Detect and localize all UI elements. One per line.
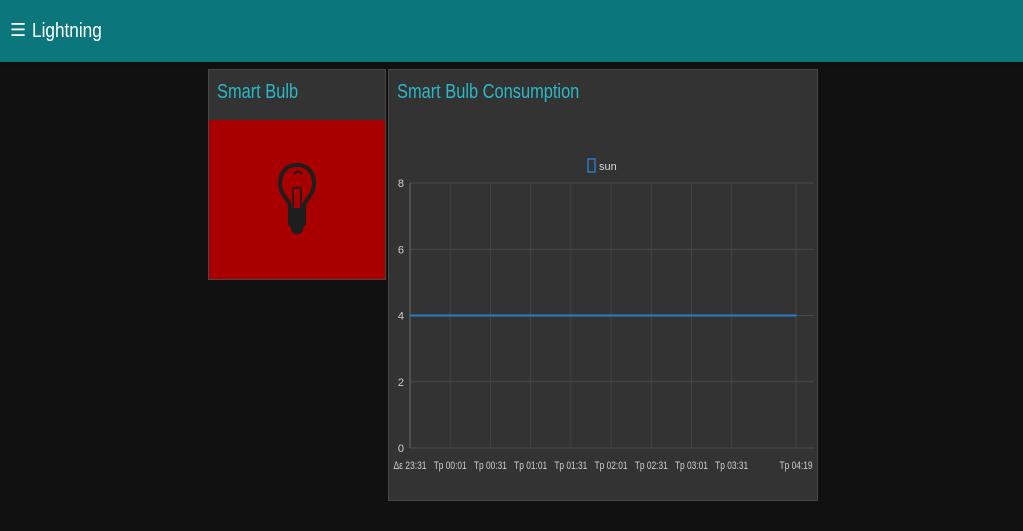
menu-icon[interactable]: ☰ bbox=[10, 20, 26, 40]
page-title: Lightning bbox=[32, 20, 102, 42]
y-tick-label: 2 bbox=[398, 377, 404, 389]
y-tick-label: 0 bbox=[398, 443, 404, 455]
lightbulb-icon bbox=[278, 162, 316, 235]
y-tick-label: 8 bbox=[398, 178, 404, 190]
y-tick-label: 6 bbox=[398, 244, 404, 256]
data-point bbox=[690, 314, 693, 317]
legend-label[interactable]: sun bbox=[599, 161, 617, 173]
smart-bulb-toggle[interactable] bbox=[209, 120, 385, 279]
x-tick-label: Tp 01:01 bbox=[514, 460, 547, 472]
data-point bbox=[489, 314, 492, 317]
x-tick-label: Tp 03:01 bbox=[675, 460, 708, 472]
x-tick-label: Tp 01:31 bbox=[554, 460, 587, 472]
consumption-chart-card: Smart Bulb Consumption sun 02468 Δε 23:3… bbox=[388, 69, 818, 501]
legend-swatch[interactable] bbox=[587, 158, 596, 173]
chart-legend[interactable]: sun bbox=[587, 158, 617, 173]
smart-bulb-card: Smart Bulb bbox=[208, 69, 386, 280]
x-tick-label: Tp 03:31 bbox=[715, 460, 748, 472]
chart-series bbox=[409, 314, 797, 317]
x-tick-label: Δε 23:31 bbox=[394, 460, 427, 472]
x-tick-label: Tp 00:31 bbox=[474, 460, 507, 472]
data-point bbox=[570, 314, 572, 317]
data-point bbox=[409, 314, 411, 317]
x-tick-label: Tp 02:31 bbox=[635, 460, 668, 472]
x-tick-label: Tp 04:19 bbox=[780, 460, 813, 472]
x-tick-label: Tp 02:01 bbox=[595, 460, 628, 472]
x-tick-label: Tp 00:01 bbox=[434, 460, 467, 472]
smart-bulb-card-title: Smart Bulb bbox=[217, 81, 299, 103]
data-point bbox=[650, 314, 653, 317]
y-axis: 0 2 4 6 8 bbox=[398, 178, 404, 455]
y-tick-label: 4 bbox=[398, 311, 404, 323]
data-point bbox=[610, 314, 612, 317]
consumption-line-chart: sun 0 2 4 6 8 Δε 23:31 Tp 00:01 Tp 00:31 Tp 01:… bbox=[394, 158, 814, 472]
data-point bbox=[529, 314, 532, 317]
data-point bbox=[730, 314, 733, 317]
data-point bbox=[795, 314, 797, 317]
top-bar: ☰ Lightning bbox=[0, 0, 1023, 62]
data-point bbox=[449, 314, 452, 317]
x-axis: Δε 23:31 Tp 00:01 Tp 00:31 Tp 01:01 Tp 01:31… bbox=[394, 460, 813, 472]
